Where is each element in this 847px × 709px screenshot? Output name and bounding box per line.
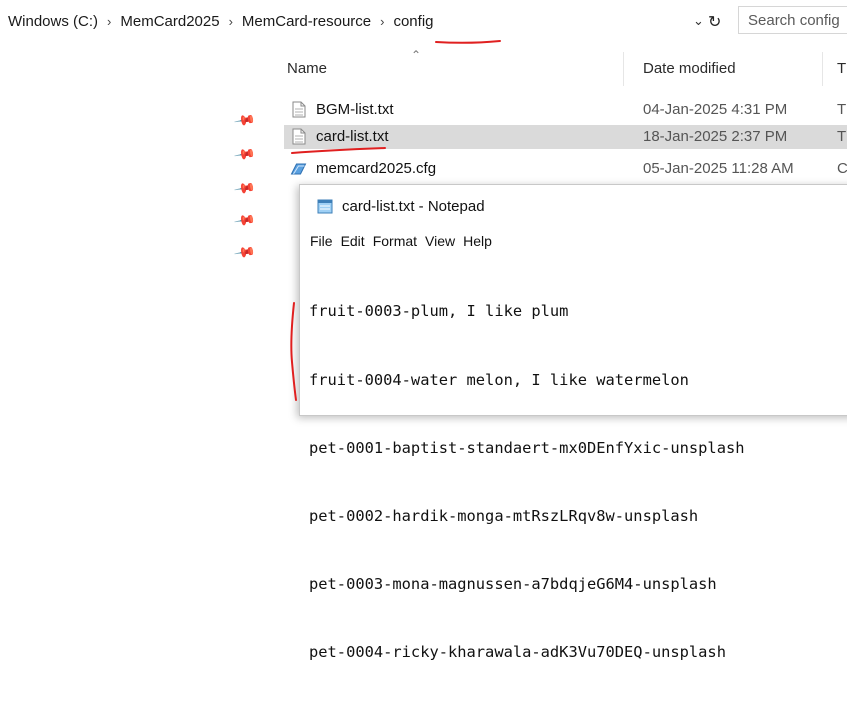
pin-icon[interactable]: 📌 (233, 143, 256, 167)
menu-help[interactable]: Help (463, 233, 492, 249)
sort-ascending-icon: ⌃ (411, 48, 422, 62)
notepad-text-area[interactable]: fruit-0003-plum, I like plum fruit-0004-… (309, 255, 847, 709)
breadcrumb-item-config[interactable]: config (391, 13, 435, 30)
file-type: T (837, 128, 847, 145)
column-divider[interactable] (623, 52, 624, 86)
file-name: card-list.txt (316, 128, 389, 145)
notepad-window[interactable]: card-list.txt - Notepad File Edit Format… (299, 184, 847, 661)
breadcrumb-item-drive[interactable]: Windows (C:) (6, 13, 100, 30)
column-header-type[interactable]: T (837, 60, 846, 77)
menu-file[interactable]: File (310, 233, 333, 249)
config-file-icon (290, 163, 307, 175)
file-row[interactable]: memcard2025.cfg 05-Jan-2025 11:28 AM C (284, 157, 847, 181)
chevron-down-icon[interactable]: ⌄ (693, 13, 704, 29)
notepad-title: card-list.txt - Notepad (342, 198, 485, 215)
chevron-right-icon[interactable]: › (373, 14, 391, 29)
file-row[interactable]: BGM-list.txt 04-Jan-2025 4:31 PM T (284, 98, 847, 122)
refresh-icon[interactable]: ↻ (708, 12, 721, 32)
annotation-underline-card-list (291, 147, 386, 154)
file-type: T (837, 101, 847, 118)
text-line: pet-0002-hardik-monga-mtRszLRqv8w-unspla… (309, 506, 699, 525)
file-type: C (837, 160, 847, 177)
menu-format[interactable]: Format (373, 233, 417, 249)
breadcrumb: Windows (C:) › MemCard2025 › MemCard-res… (6, 13, 436, 30)
search-placeholder: Search config (748, 12, 840, 29)
menu-edit[interactable]: Edit (341, 233, 365, 249)
column-header-date-modified[interactable]: Date modified (643, 60, 736, 77)
chevron-right-icon[interactable]: › (222, 14, 240, 29)
pin-icon[interactable]: 📌 (233, 177, 256, 201)
text-line: pet-0004-ricky-kharawala-adK3Vu70DEQ-uns… (309, 642, 726, 661)
file-date: 05-Jan-2025 11:28 AM (643, 160, 794, 177)
breadcrumb-item-memcard-resource[interactable]: MemCard-resource (240, 13, 373, 30)
notepad-title-bar[interactable]: card-list.txt - Notepad (300, 185, 847, 229)
pin-icon[interactable]: 📌 (233, 209, 256, 233)
annotation-underline-config (435, 40, 501, 44)
column-divider[interactable] (822, 52, 823, 86)
text-line: fruit-0004-water melon, I like watermelo… (309, 370, 689, 389)
address-bar[interactable]: Windows (C:) › MemCard2025 › MemCard-res… (0, 0, 847, 42)
notepad-menu-bar: File Edit Format View Help (310, 233, 500, 249)
menu-view[interactable]: View (425, 233, 455, 249)
text-line: pet-0001-baptist-standaert-mx0DEnfYxic-u… (309, 438, 745, 457)
pin-icon[interactable]: 📌 (233, 109, 256, 133)
pin-icon[interactable]: 📌 (233, 241, 256, 265)
file-date: 04-Jan-2025 4:31 PM (643, 101, 788, 118)
notepad-icon (317, 199, 333, 214)
file-name: memcard2025.cfg (316, 160, 437, 177)
breadcrumb-item-memcard2025[interactable]: MemCard2025 (118, 13, 221, 30)
column-header-name[interactable]: Name (287, 60, 327, 77)
file-date: 18-Jan-2025 2:37 PM (643, 128, 788, 145)
search-input[interactable]: Search config (738, 6, 847, 34)
text-file-icon (292, 101, 306, 118)
annotation-bracket-pet-lines (290, 302, 297, 401)
file-name: BGM-list.txt (316, 101, 394, 118)
text-line: pet-0003-mona-magnussen-a7bdqjeG6M4-unsp… (309, 574, 717, 593)
text-file-icon (292, 128, 306, 145)
chevron-right-icon[interactable]: › (100, 14, 118, 29)
text-line: fruit-0003-plum, I like plum (309, 302, 569, 321)
